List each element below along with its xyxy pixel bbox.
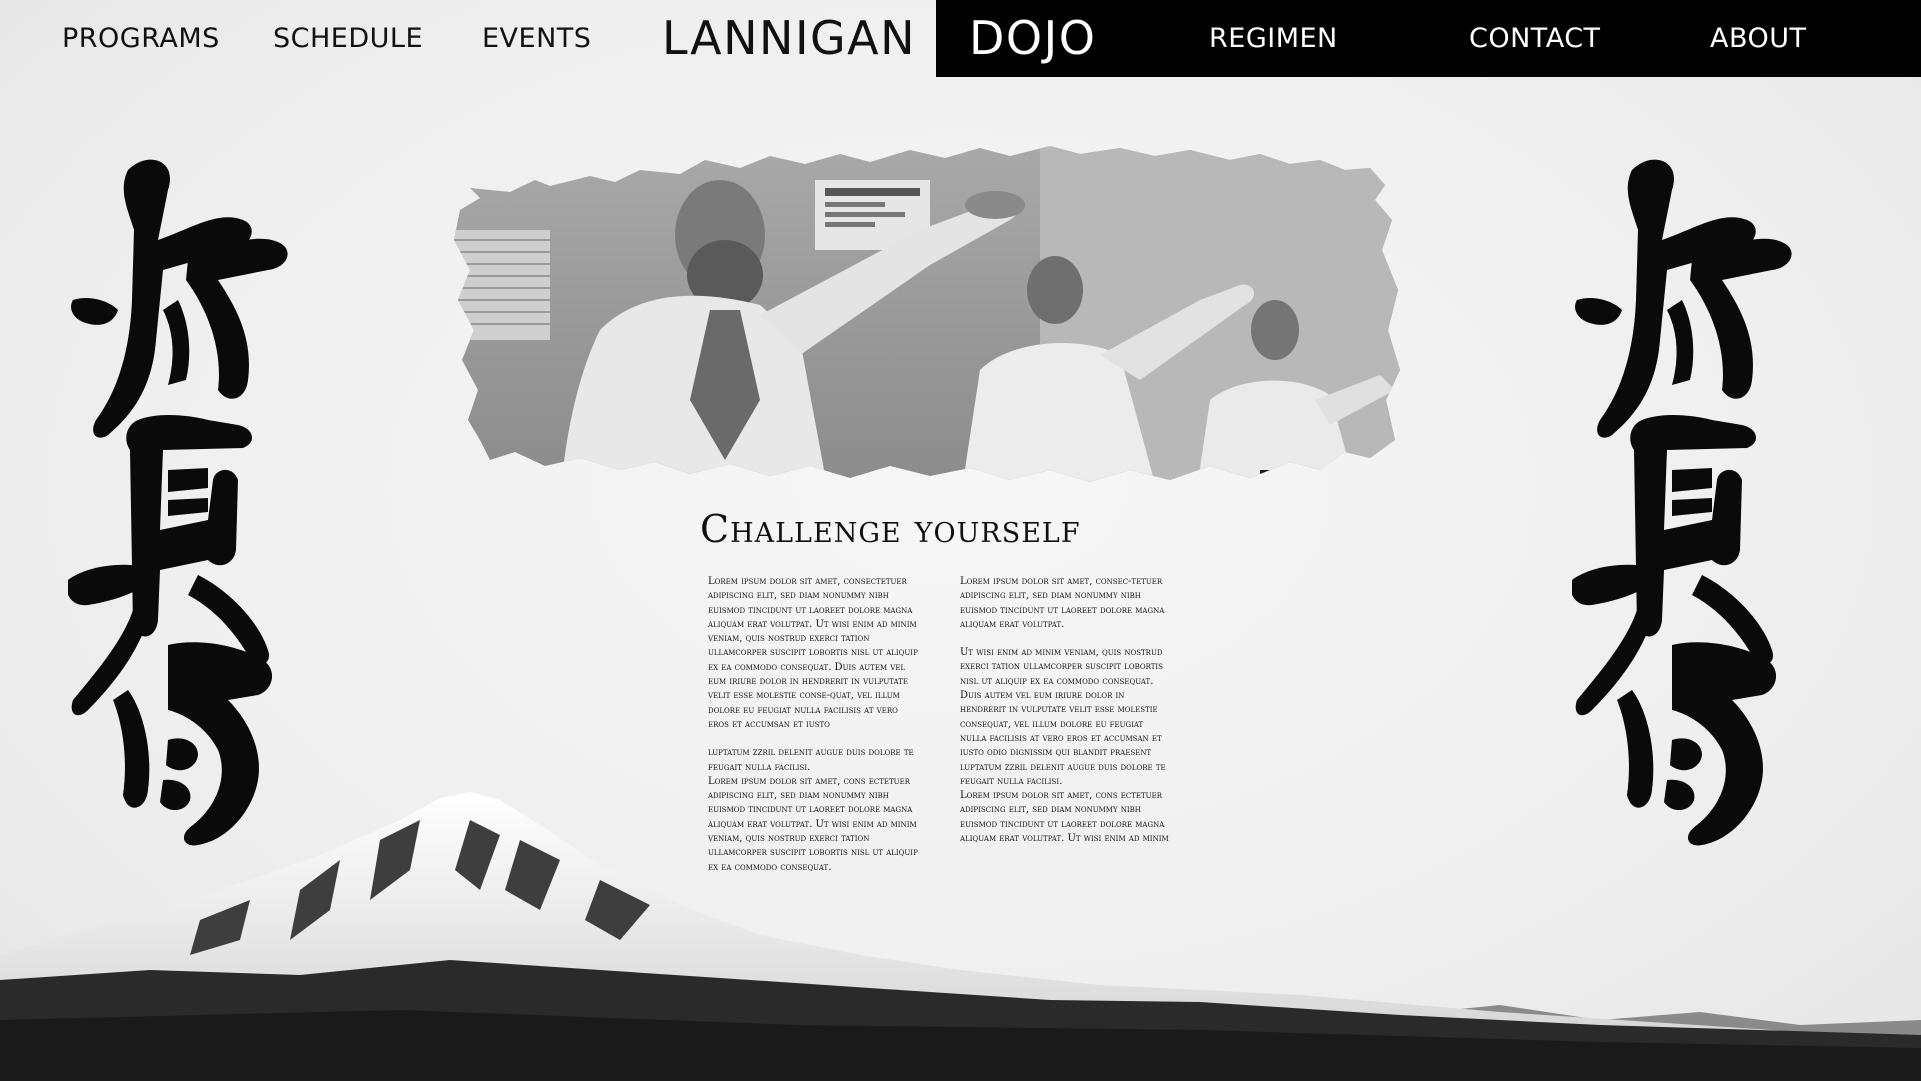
kyokushin-calligraphy-icon bbox=[68, 159, 288, 846]
karate-class-photo bbox=[454, 146, 1400, 482]
top-navigation: PROGRAMS SCHEDULE EVENTS LANNIGAN DOJO R… bbox=[0, 0, 1921, 77]
paragraph: luptatum zzril delenit augue duis dolore… bbox=[708, 747, 914, 773]
kyokushin-calligraphy-icon bbox=[1572, 159, 1792, 846]
dojo-landing-page: PROGRAMS SCHEDULE EVENTS LANNIGAN DOJO R… bbox=[0, 0, 1921, 1081]
nav-contact[interactable]: CONTACT bbox=[1469, 0, 1601, 77]
section-heading: Challenge yourself bbox=[700, 507, 1081, 551]
nav-programs[interactable]: PROGRAMS bbox=[62, 0, 220, 77]
nav-about[interactable]: ABOUT bbox=[1710, 0, 1807, 77]
snowy-mountain-landscape bbox=[0, 792, 1921, 1081]
paragraph: Lorem ipsum dolor sit amet, consectetuer… bbox=[708, 576, 918, 730]
paragraph: Ut wisi enim ad minim veniam, quis nostr… bbox=[960, 647, 1166, 787]
nav-schedule[interactable]: SCHEDULE bbox=[273, 0, 423, 77]
brand-name-lannigan[interactable]: LANNIGAN bbox=[662, 0, 916, 77]
nav-regimen[interactable]: REGIMEN bbox=[1209, 0, 1338, 77]
brand-name-dojo[interactable]: DOJO bbox=[969, 0, 1096, 77]
paragraph: Lorem ipsum dolor sit amet, consec-tetue… bbox=[960, 576, 1165, 630]
nav-events[interactable]: EVENTS bbox=[482, 0, 591, 77]
